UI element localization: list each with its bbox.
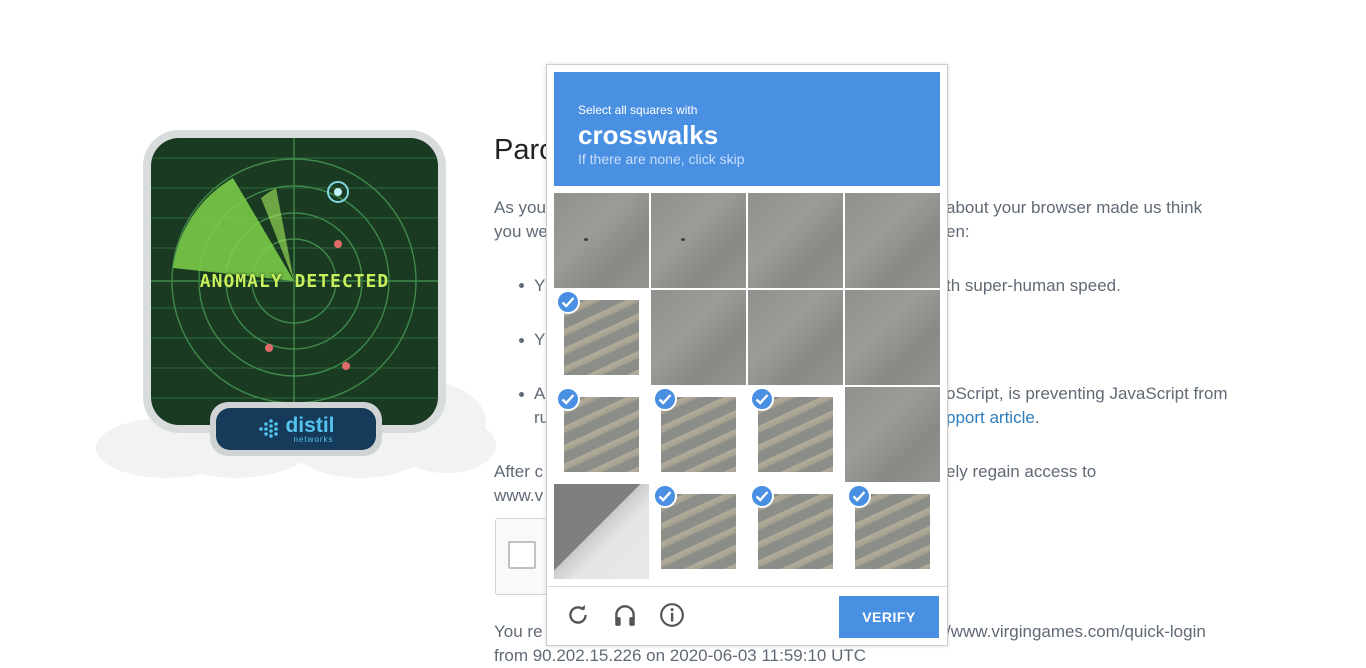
captcha-tile[interactable]: [651, 484, 746, 579]
audio-headphones-icon[interactable]: [612, 602, 638, 628]
support-article-text: pport article.: [946, 406, 1040, 430]
selected-check-icon: [653, 484, 677, 508]
selected-check-icon: [556, 290, 580, 314]
bullet-text: oScript, is preventing JavaScript from: [946, 384, 1228, 403]
paragraph-text: you we: [494, 222, 548, 241]
captcha-challenge-dialog: Select all squares with crosswalks If th…: [546, 64, 948, 646]
selected-check-icon: [556, 387, 580, 411]
logo-subtitle: networks: [293, 434, 334, 444]
paragraph-text: /www.virgingames.com/quick-login: [946, 622, 1206, 641]
captcha-tile[interactable]: [845, 290, 940, 385]
period-text: .: [1034, 408, 1040, 427]
captcha-tile[interactable]: [651, 290, 746, 385]
selected-check-icon: [750, 387, 774, 411]
captcha-tile[interactable]: [554, 290, 649, 385]
captcha-instructions-header: Select all squares with crosswalks If th…: [554, 72, 940, 186]
tile-image: [845, 193, 940, 288]
radar-screen: ANOMALY DETECTED: [151, 138, 438, 425]
instruction-target: crosswalks: [578, 120, 719, 150]
selected-check-icon: [847, 484, 871, 508]
tile-image: [748, 290, 843, 385]
anomaly-illustration: ANOMALY DETECTED distil networks: [96, 118, 496, 488]
tile-image: [748, 193, 843, 288]
captcha-tile[interactable]: [748, 387, 843, 482]
captcha-tile[interactable]: [748, 484, 843, 579]
distil-logo-badge: distil networks: [210, 402, 382, 456]
tile-image: [554, 193, 649, 288]
page-title: Parc: [494, 134, 554, 166]
logo-word: distil: [285, 413, 335, 437]
info-icon[interactable]: [659, 602, 685, 628]
verify-button[interactable]: VERIFY: [839, 596, 939, 638]
paragraph-text: You re: [494, 622, 543, 641]
bullet-text: th super-human speed.: [946, 276, 1121, 295]
radar-frame: ANOMALY DETECTED: [143, 130, 446, 433]
tile-image: [845, 290, 940, 385]
paragraph-text: After c: [494, 462, 544, 481]
bullet-dot: [519, 338, 524, 343]
paragraph-text: from 90.202.15.226 on 2020-06-03 11:59:1…: [494, 646, 867, 665]
captcha-footer: VERIFY: [547, 586, 947, 646]
paragraph-text: en:: [946, 222, 970, 241]
instruction-skip-hint: If there are none, click skip: [578, 151, 745, 167]
paragraph-text: As you: [494, 198, 546, 217]
captcha-image-grid: [554, 193, 942, 581]
bullet-text: Y: [534, 276, 546, 295]
captcha-tile[interactable]: [554, 484, 649, 579]
selected-check-icon: [653, 387, 677, 411]
recaptcha-checkbox[interactable]: [508, 541, 536, 569]
paragraph-text: www.v: [494, 486, 544, 505]
bullet-text: A: [534, 384, 546, 403]
paragraph-text: about your browser made us think: [946, 198, 1203, 217]
distil-dots-icon: [259, 419, 279, 438]
tile-image: [651, 193, 746, 288]
captcha-tile[interactable]: [748, 193, 843, 288]
instruction-prefix: Select all squares with: [578, 103, 698, 117]
tile-image: [651, 290, 746, 385]
bullet-text: Y: [534, 330, 546, 349]
reload-icon[interactable]: [565, 602, 591, 628]
tile-image: [845, 387, 940, 482]
captcha-tile[interactable]: [554, 387, 649, 482]
tile-image: [554, 484, 649, 579]
paragraph-text: ely regain access to: [946, 462, 1097, 481]
anomaly-detected-label: ANOMALY DETECTED: [199, 271, 390, 292]
bullet-dot: [519, 283, 524, 288]
captcha-tile[interactable]: [748, 290, 843, 385]
bullet-dot: [519, 392, 524, 397]
support-article-link[interactable]: pport article: [946, 408, 1035, 427]
selected-check-icon: [750, 484, 774, 508]
captcha-tile[interactable]: [845, 387, 940, 482]
captcha-tile[interactable]: [845, 193, 940, 288]
captcha-tile[interactable]: [651, 387, 746, 482]
captcha-tile[interactable]: [554, 193, 649, 288]
captcha-tile[interactable]: [845, 484, 940, 579]
captcha-tile[interactable]: [651, 193, 746, 288]
